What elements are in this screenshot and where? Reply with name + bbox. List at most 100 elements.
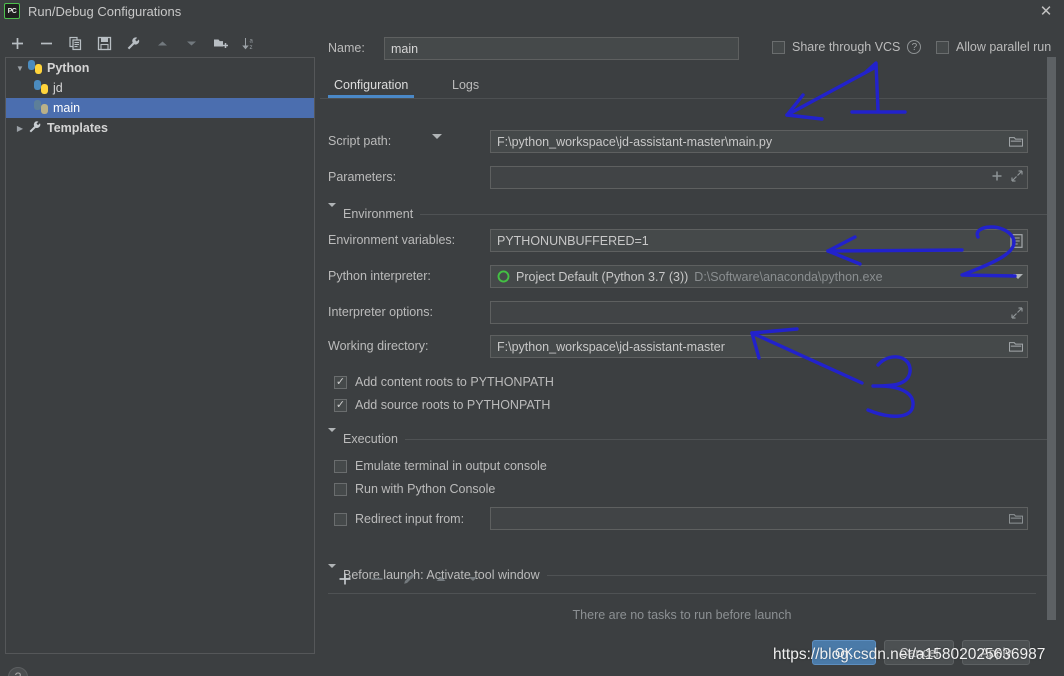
- vertical-scrollbar[interactable]: [1047, 57, 1056, 620]
- remove-task-button[interactable]: [367, 570, 386, 589]
- editor-tabs: Configuration Logs: [328, 72, 1064, 98]
- task-move-down-button[interactable]: [463, 570, 482, 589]
- redirect-input-label: Redirect input from:: [355, 512, 465, 526]
- name-row: Name: Share through VCS ? Allow parallel…: [328, 37, 1064, 61]
- sort-az-icon[interactable]: a z: [240, 34, 259, 53]
- add-configuration-button[interactable]: [8, 34, 27, 53]
- execution-section-label: Execution: [343, 432, 398, 446]
- parameters-label: Parameters:: [328, 170, 397, 184]
- redirect-input-row[interactable]: Redirect input from:: [334, 510, 464, 528]
- move-down-button[interactable]: [182, 34, 201, 53]
- share-through-vcs-checkbox[interactable]: [772, 40, 785, 54]
- emulate-terminal-label: Emulate terminal in output console: [355, 459, 547, 473]
- working-directory-row: Working directory: F:\python_workspace\j…: [328, 335, 1056, 358]
- python-interpreter-path: D:\Software\anaconda\python.exe: [694, 269, 883, 284]
- window-title: Run/Debug Configurations: [28, 3, 182, 19]
- tab-configuration[interactable]: Configuration: [328, 72, 415, 98]
- collapse-arrow-icon[interactable]: ▶: [12, 124, 28, 133]
- edit-templates-button[interactable]: [124, 34, 143, 53]
- parameters-row: Parameters:: [328, 166, 1056, 189]
- working-directory-field[interactable]: F:\python_workspace\jd-assistant-master: [490, 335, 1028, 358]
- tab-logs[interactable]: Logs: [446, 72, 485, 97]
- tree-item-jd[interactable]: jd: [6, 78, 314, 98]
- add-source-roots-row[interactable]: Add source roots to PYTHONPATH: [334, 396, 550, 414]
- tree-item-templates[interactable]: ▶ Templates: [6, 118, 314, 138]
- task-move-up-button[interactable]: [431, 570, 450, 589]
- interpreter-options-field[interactable]: [490, 301, 1028, 324]
- emulate-terminal-row[interactable]: Emulate terminal in output console: [334, 457, 547, 475]
- app-icon: PC: [4, 3, 20, 19]
- script-path-browse-button[interactable]: [1009, 131, 1023, 152]
- folder-add-icon[interactable]: [211, 34, 230, 53]
- svg-text:a: a: [249, 38, 253, 44]
- share-help-icon[interactable]: ?: [907, 40, 922, 54]
- add-source-roots-checkbox[interactable]: [334, 398, 347, 412]
- expand-arrow-icon[interactable]: ▼: [12, 64, 28, 73]
- ok-button[interactable]: OK: [812, 640, 876, 665]
- section-divider: [404, 438, 1056, 440]
- wrench-icon: [28, 120, 44, 136]
- cancel-button[interactable]: Cancel: [884, 640, 954, 665]
- name-input[interactable]: [384, 37, 739, 60]
- redirect-input-checkbox[interactable]: [334, 512, 347, 526]
- remove-configuration-button[interactable]: [37, 34, 56, 53]
- allow-parallel-run-row[interactable]: Allow parallel run: [936, 40, 1051, 54]
- before-launch-empty-text: There are no tasks to run before launch: [572, 608, 792, 622]
- save-configuration-button[interactable]: [95, 34, 114, 53]
- run-with-python-console-label: Run with Python Console: [355, 482, 496, 496]
- emulate-terminal-checkbox[interactable]: [334, 459, 347, 473]
- name-label: Name:: [328, 41, 365, 55]
- section-divider: [546, 574, 1056, 576]
- share-through-vcs-row[interactable]: Share through VCS ?: [772, 40, 922, 54]
- interpreter-options-label: Interpreter options:: [328, 305, 433, 319]
- add-task-button[interactable]: [335, 570, 354, 589]
- run-with-python-console-checkbox[interactable]: [334, 482, 347, 496]
- svg-text:z: z: [249, 45, 252, 51]
- help-button[interactable]: ?: [8, 667, 28, 676]
- tree-item-main[interactable]: main: [6, 98, 314, 118]
- configurations-tree[interactable]: ▼ Python jd main ▶ Templates: [5, 57, 315, 654]
- script-path-label: Script path:: [328, 134, 392, 148]
- run-with-python-console-row[interactable]: Run with Python Console: [334, 480, 495, 498]
- interpreter-options-expand-icon[interactable]: [1011, 302, 1023, 323]
- copy-configuration-button[interactable]: [66, 34, 85, 53]
- add-content-roots-label: Add content roots to PYTHONPATH: [355, 375, 554, 389]
- script-path-field[interactable]: F:\python_workspace\jd-assistant-master\…: [490, 130, 1028, 153]
- parameters-expand-icon[interactable]: [1011, 170, 1023, 185]
- section-divider: [420, 213, 1056, 215]
- redirect-input-field[interactable]: [490, 507, 1028, 530]
- working-directory-browse-button[interactable]: [1009, 336, 1023, 357]
- add-content-roots-checkbox[interactable]: [334, 375, 347, 389]
- close-icon[interactable]: ✕: [1036, 2, 1056, 20]
- python-interpreter-row: Python interpreter: Project Default (Pyt…: [328, 265, 1056, 288]
- execution-section-header[interactable]: Execution: [328, 428, 1056, 447]
- python-interpreter-dropdown-icon[interactable]: [1013, 266, 1023, 287]
- python-icon: [34, 80, 50, 96]
- add-content-roots-row[interactable]: Add content roots to PYTHONPATH: [334, 373, 554, 391]
- redirect-input-browse-button[interactable]: [1009, 508, 1023, 529]
- title-bar: PC Run/Debug Configurations ✕: [0, 0, 1064, 22]
- script-path-row: Script path: F:\python_workspace\jd-assi…: [328, 130, 1056, 153]
- environment-section-label: Environment: [343, 207, 414, 221]
- python-interpreter-field[interactable]: Project Default (Python 3.7 (3)) D:\Soft…: [490, 265, 1028, 288]
- apply-button[interactable]: Apply: [962, 640, 1030, 665]
- allow-parallel-run-checkbox[interactable]: [936, 40, 949, 54]
- script-path-dropdown-icon[interactable]: [432, 134, 442, 153]
- configurations-panel: a z ▼ Python jd main ▶ Templates: [0, 22, 320, 676]
- move-up-button[interactable]: [153, 34, 172, 53]
- environment-variables-edit-button[interactable]: [1010, 230, 1023, 251]
- python-dim-icon: [34, 100, 50, 116]
- pencil-icon[interactable]: [399, 570, 418, 589]
- python-icon: [28, 60, 44, 76]
- environment-section-header[interactable]: Environment: [328, 203, 1056, 222]
- execution-collapse-icon[interactable]: [328, 428, 336, 446]
- environment-collapse-icon[interactable]: [328, 203, 336, 221]
- parameters-macro-icon[interactable]: [991, 170, 1003, 185]
- script-path-value: F:\python_workspace\jd-assistant-master\…: [497, 134, 773, 149]
- environment-variables-field[interactable]: PYTHONUNBUFFERED=1: [490, 229, 1028, 252]
- environment-variables-label: Environment variables:: [328, 233, 456, 247]
- configuration-form: Script path: F:\python_workspace\jd-assi…: [320, 102, 1064, 542]
- python-interpreter-label: Python interpreter:: [328, 269, 431, 283]
- parameters-field[interactable]: [490, 166, 1028, 189]
- tree-item-python[interactable]: ▼ Python: [6, 58, 314, 78]
